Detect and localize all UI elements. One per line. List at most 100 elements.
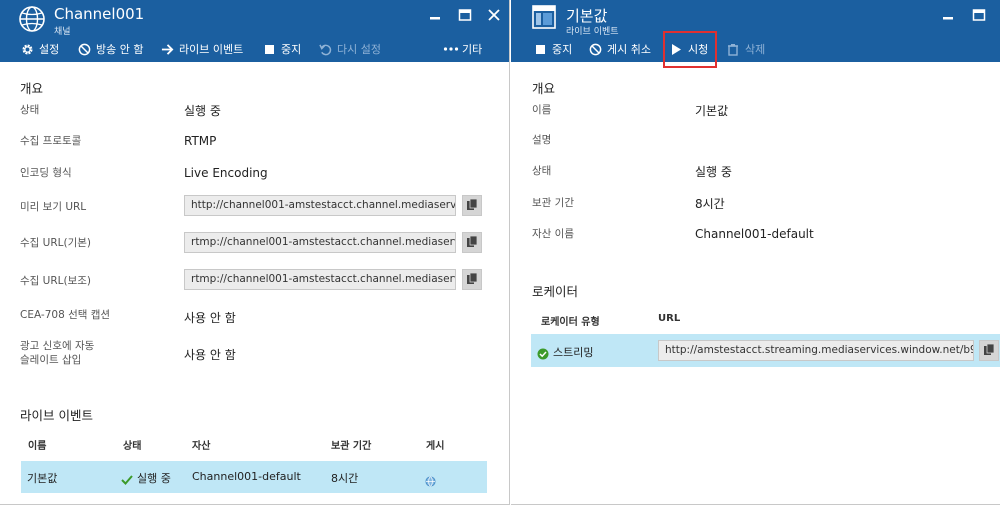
stop-label: 중지 bbox=[281, 43, 302, 56]
col-locator-type-header[interactable]: 로케이터 유형 bbox=[541, 313, 600, 328]
asset-name-label: 자산 이름 bbox=[532, 228, 574, 240]
channel-overview-heading: 개요 bbox=[20, 81, 44, 96]
stop-broadcast-label: 방송 안 함 bbox=[96, 43, 144, 56]
ingest-url-secondary-label: 수집 URL(보조) bbox=[20, 275, 92, 287]
preview-url-label: 미리 보기 URL bbox=[20, 201, 87, 213]
col-name-header[interactable]: 이름 bbox=[28, 437, 46, 452]
no-circle-icon bbox=[588, 42, 602, 56]
asset-name-value: Channel001-default bbox=[695, 227, 814, 241]
status-label: 상태 bbox=[20, 104, 40, 116]
cea708-caption-value: 사용 안 함 bbox=[184, 311, 236, 325]
stop-square-icon bbox=[262, 42, 276, 56]
live-event-subtitle: 라이브 이벤트 bbox=[566, 27, 619, 37]
watch-button[interactable]: 시청 bbox=[669, 40, 708, 58]
ad-slate-label-line1: 광고 신호에 자동 bbox=[20, 340, 95, 352]
description-label: 설명 bbox=[532, 134, 552, 146]
ingest-url-secondary-copy-button[interactable] bbox=[462, 269, 482, 290]
copy-icon bbox=[466, 233, 478, 252]
copy-icon bbox=[466, 270, 478, 289]
live-event-retention: 8시간 bbox=[331, 472, 359, 485]
preview-url-copy-button[interactable] bbox=[462, 195, 482, 216]
arrow-right-icon bbox=[160, 42, 174, 56]
live-event-asset: Channel001-default bbox=[192, 470, 301, 483]
locators-heading: 로케이터 bbox=[532, 284, 579, 299]
encoding-type-value: Live Encoding bbox=[184, 166, 268, 180]
ingest-url-primary-label: 수집 URL(기본) bbox=[20, 237, 92, 249]
preview-url-field[interactable]: http://channel001-amstestacct.channel.me… bbox=[184, 195, 456, 216]
locator-type-value: 스트리밍 bbox=[553, 346, 594, 359]
more-dots-icon bbox=[443, 42, 459, 56]
reset-icon bbox=[318, 42, 332, 56]
trash-icon bbox=[726, 42, 740, 56]
channel-title: Channel001 bbox=[54, 5, 145, 23]
gear-icon bbox=[20, 42, 34, 56]
copy-icon bbox=[466, 196, 478, 215]
play-icon bbox=[669, 42, 683, 56]
channel-blade: Channel001 채널 설정 방송 안 함 라이브 이벤트 중지 다시 설정… bbox=[0, 0, 510, 505]
no-circle-icon bbox=[77, 42, 91, 56]
channel-subtitle: 채널 bbox=[54, 27, 71, 37]
unpublish-label: 게시 취소 bbox=[607, 43, 651, 56]
unpublish-button[interactable]: 게시 취소 bbox=[588, 40, 651, 58]
ad-slate-label-line2: 슬레이트 삽입 bbox=[20, 354, 82, 366]
status-value: 실행 중 bbox=[184, 104, 221, 118]
ingest-url-primary-field[interactable]: rtmp://channel001-amstestacct.channel.me… bbox=[184, 232, 456, 253]
delete-label: 삭제 bbox=[745, 43, 766, 56]
locator-url-field[interactable]: http://amstestacct.streaming.mediaservic… bbox=[658, 340, 974, 361]
col-asset-header[interactable]: 자산 bbox=[192, 437, 210, 452]
live-event-command-bar: 중지 게시 취소 시청 삭제 bbox=[511, 37, 1000, 62]
minimize-icon[interactable] bbox=[428, 7, 442, 21]
live-event-label: 라이브 이벤트 bbox=[179, 43, 244, 56]
live-event-status: 실행 중 bbox=[137, 472, 171, 485]
live-events-heading: 라이브 이벤트 bbox=[20, 408, 93, 423]
channel-command-bar: 설정 방송 안 함 라이브 이벤트 중지 다시 설정 기타 bbox=[0, 37, 509, 62]
name-label: 이름 bbox=[532, 104, 552, 116]
success-check-icon bbox=[537, 345, 549, 364]
col-retention-header[interactable]: 보관 기간 bbox=[331, 437, 371, 452]
live-event-icon bbox=[532, 5, 556, 29]
ingest-protocol-value: RTMP bbox=[184, 134, 217, 148]
check-icon bbox=[121, 471, 133, 490]
copy-icon bbox=[983, 341, 995, 360]
stop-label: 중지 bbox=[552, 43, 573, 56]
encoding-type-label: 인코딩 형식 bbox=[20, 167, 72, 179]
minimize-icon[interactable] bbox=[941, 7, 955, 21]
ad-slate-value: 사용 안 함 bbox=[184, 348, 236, 362]
col-url-header[interactable]: URL bbox=[658, 313, 680, 324]
live-event-overview-heading: 개요 bbox=[532, 81, 556, 96]
stop-square-icon bbox=[533, 42, 547, 56]
globe-icon bbox=[17, 4, 47, 34]
delete-button[interactable]: 삭제 bbox=[726, 40, 765, 58]
name-value: 기본값 bbox=[695, 104, 729, 118]
stop-button[interactable]: 중지 bbox=[262, 40, 301, 58]
retention-label: 보관 기간 bbox=[532, 197, 574, 209]
retention-value: 8시간 bbox=[695, 197, 725, 211]
col-status-header[interactable]: 상태 bbox=[123, 437, 141, 452]
reset-label: 다시 설정 bbox=[337, 43, 381, 56]
live-event-name: 기본값 bbox=[27, 472, 58, 485]
globe-small-icon bbox=[425, 472, 436, 491]
settings-button[interactable]: 설정 bbox=[20, 40, 59, 58]
channel-blade-header: Channel001 채널 설정 방송 안 함 라이브 이벤트 중지 다시 설정… bbox=[0, 0, 509, 62]
stop-button[interactable]: 중지 bbox=[533, 40, 572, 58]
close-icon[interactable] bbox=[487, 7, 501, 21]
ingest-url-secondary-field[interactable]: rtmp://channel001-amstestacct.channel.me… bbox=[184, 269, 456, 290]
live-event-button[interactable]: 라이브 이벤트 bbox=[160, 40, 243, 58]
more-label: 기타 bbox=[462, 43, 483, 56]
stop-broadcast-button[interactable]: 방송 안 함 bbox=[77, 40, 143, 58]
maximize-icon[interactable] bbox=[458, 7, 472, 21]
locator-url-copy-button[interactable] bbox=[979, 340, 999, 361]
more-button[interactable]: 기타 bbox=[443, 40, 482, 58]
maximize-icon[interactable] bbox=[972, 7, 986, 21]
reset-button[interactable]: 다시 설정 bbox=[318, 40, 381, 58]
live-event-blade: 기본값 라이브 이벤트 중지 게시 취소 시청 삭제 개요 이름 기본값 설명 … bbox=[511, 0, 1000, 505]
col-publish-header[interactable]: 게시 bbox=[426, 437, 444, 452]
watch-label: 시청 bbox=[688, 43, 709, 56]
status-value: 실행 중 bbox=[695, 165, 732, 179]
ingest-protocol-label: 수집 프로토콜 bbox=[20, 135, 82, 147]
settings-label: 설정 bbox=[39, 43, 60, 56]
status-label: 상태 bbox=[532, 165, 552, 177]
live-event-title: 기본값 bbox=[566, 7, 608, 25]
live-event-blade-header: 기본값 라이브 이벤트 중지 게시 취소 시청 삭제 bbox=[511, 0, 1000, 62]
ingest-url-primary-copy-button[interactable] bbox=[462, 232, 482, 253]
